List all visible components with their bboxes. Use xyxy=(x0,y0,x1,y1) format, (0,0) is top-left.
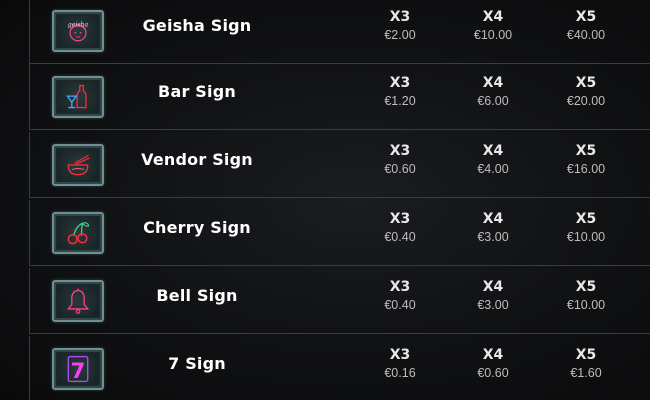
payout-value: €0.60 xyxy=(477,366,509,380)
payout-multiplier: X3 xyxy=(389,143,411,159)
payout-value: €1.20 xyxy=(384,94,416,108)
svg-text:7: 7 xyxy=(71,358,86,383)
payout-multiplier: X5 xyxy=(575,143,597,159)
payout-x4: X4 €3.00 xyxy=(448,279,538,313)
payout-x4: X4 €6.00 xyxy=(448,75,538,109)
paytable-row-bell: Bell Sign X3 €0.40 X4 €3.00 X5 €10.00 xyxy=(29,268,650,334)
payout-x3: X3 €0.40 xyxy=(355,211,445,245)
symbol-frame xyxy=(52,212,104,254)
paytable-row-geisha: geisha Geisha Sign X3 €2.00 X4 €10.00 X5… xyxy=(29,0,650,64)
payout-multiplier: X4 xyxy=(482,211,504,227)
payout-x4: X4 €0.60 xyxy=(448,347,538,381)
payout-multiplier: X3 xyxy=(389,279,411,295)
payout-value: €16.00 xyxy=(566,162,606,176)
paytable-row-cherry: Cherry Sign X3 €0.40 X4 €3.00 X5 €10.00 xyxy=(29,200,650,266)
payout-multiplier: X3 xyxy=(389,347,411,363)
payout-x3: X3 €0.60 xyxy=(355,143,445,177)
symbol-name: Geisha Sign xyxy=(142,16,252,35)
bell-sign-icon xyxy=(66,288,90,314)
vendor-sign-icon xyxy=(67,154,90,176)
payout-multiplier: X4 xyxy=(482,143,504,159)
payout-multiplier: X3 xyxy=(389,9,411,25)
geisha-sign-icon: geisha xyxy=(68,22,89,42)
payout-multiplier: X4 xyxy=(482,9,504,25)
payout-value: €3.00 xyxy=(477,230,509,244)
payout-x4: X4 €4.00 xyxy=(448,143,538,177)
payout-value: €10.00 xyxy=(473,28,513,42)
payout-x3: X3 €0.40 xyxy=(355,279,445,313)
payout-x4: X4 €10.00 xyxy=(448,9,538,43)
payout-multiplier: X5 xyxy=(575,211,597,227)
payout-x3: X3 €0.16 xyxy=(355,347,445,381)
payout-value: €3.00 xyxy=(477,298,509,312)
symbol-frame xyxy=(52,280,104,322)
payout-x3: X3 €1.20 xyxy=(355,75,445,109)
payout-multiplier: X5 xyxy=(575,9,597,25)
payout-value: €0.16 xyxy=(384,366,416,380)
payout-x5: X5 €10.00 xyxy=(541,279,631,313)
payout-value: €0.40 xyxy=(384,298,416,312)
symbol-name: Vendor Sign xyxy=(141,150,253,169)
bar-sign-icon xyxy=(66,84,87,109)
payout-x5: X5 €40.00 xyxy=(541,9,631,43)
payout-x3: X3 €2.00 xyxy=(355,9,445,43)
payout-multiplier: X4 xyxy=(482,279,504,295)
symbol-name: Bar Sign xyxy=(158,82,236,101)
payout-value: €20.00 xyxy=(566,94,606,108)
payout-value: €6.00 xyxy=(477,94,509,108)
payout-multiplier: X5 xyxy=(575,279,597,295)
symbol-frame xyxy=(52,144,104,186)
payout-value: €1.60 xyxy=(570,366,602,380)
svg-text:geisha: geisha xyxy=(68,22,89,29)
payout-multiplier: X5 xyxy=(575,75,597,91)
payout-value: €10.00 xyxy=(566,298,606,312)
symbol-name: Bell Sign xyxy=(156,286,238,305)
payout-value: €4.00 xyxy=(477,162,509,176)
payout-value: €0.40 xyxy=(384,230,416,244)
payout-x5: X5 €10.00 xyxy=(541,211,631,245)
paytable-row-vendor: Vendor Sign X3 €0.60 X4 €4.00 X5 €16.00 xyxy=(29,132,650,198)
symbol-frame xyxy=(52,76,104,118)
payout-multiplier: X4 xyxy=(482,347,504,363)
payout-value: €40.00 xyxy=(566,28,606,42)
symbol-name: 7 Sign xyxy=(168,354,226,373)
seven-sign-icon: 7 xyxy=(67,355,89,383)
payout-multiplier: X5 xyxy=(575,347,597,363)
payout-x4: X4 €3.00 xyxy=(448,211,538,245)
symbol-frame: geisha xyxy=(52,10,104,52)
symbol-name: Cherry Sign xyxy=(143,218,251,237)
symbol-frame: 7 xyxy=(52,348,104,390)
payout-x5: X5 €16.00 xyxy=(541,143,631,177)
payout-multiplier: X3 xyxy=(389,75,411,91)
paytable-row-seven: 7 7 Sign X3 €0.16 X4 €0.60 X5 €1.60 xyxy=(29,336,650,400)
payout-value: €10.00 xyxy=(566,230,606,244)
paytable-row-bar: Bar Sign X3 €1.20 X4 €6.00 X5 €20.00 xyxy=(29,64,650,130)
payout-value: €2.00 xyxy=(384,28,416,42)
payout-value: €0.60 xyxy=(384,162,416,176)
payout-multiplier: X3 xyxy=(389,211,411,227)
payout-multiplier: X4 xyxy=(482,75,504,91)
paytable: geisha Geisha Sign X3 €2.00 X4 €10.00 X5… xyxy=(0,0,650,400)
cherry-sign-icon xyxy=(67,222,90,245)
payout-x5: X5 €1.60 xyxy=(541,347,631,381)
payout-x5: X5 €20.00 xyxy=(541,75,631,109)
